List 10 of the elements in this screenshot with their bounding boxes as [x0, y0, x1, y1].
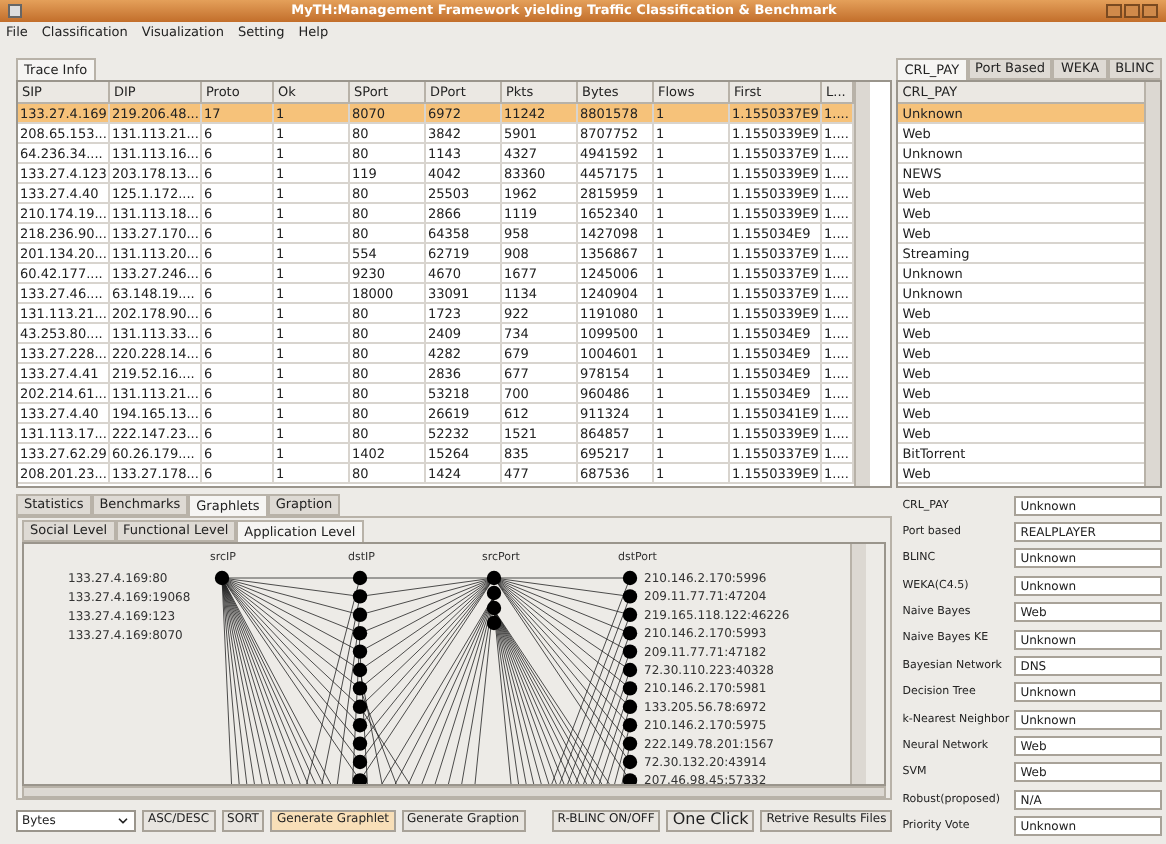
- toolbar-button[interactable]: One Click: [666, 809, 755, 831]
- close-icon[interactable]: [1142, 4, 1158, 18]
- caret-icon: [116, 813, 130, 827]
- scrollbar[interactable]: [854, 82, 870, 486]
- maximize-icon[interactable]: [1124, 4, 1140, 18]
- scrollbar[interactable]: [1144, 82, 1160, 486]
- scrollbar[interactable]: [850, 544, 866, 784]
- horizontal-scrollbar[interactable]: [22, 786, 887, 798]
- minimize-icon[interactable]: [1106, 4, 1122, 18]
- app-icon: [8, 4, 22, 18]
